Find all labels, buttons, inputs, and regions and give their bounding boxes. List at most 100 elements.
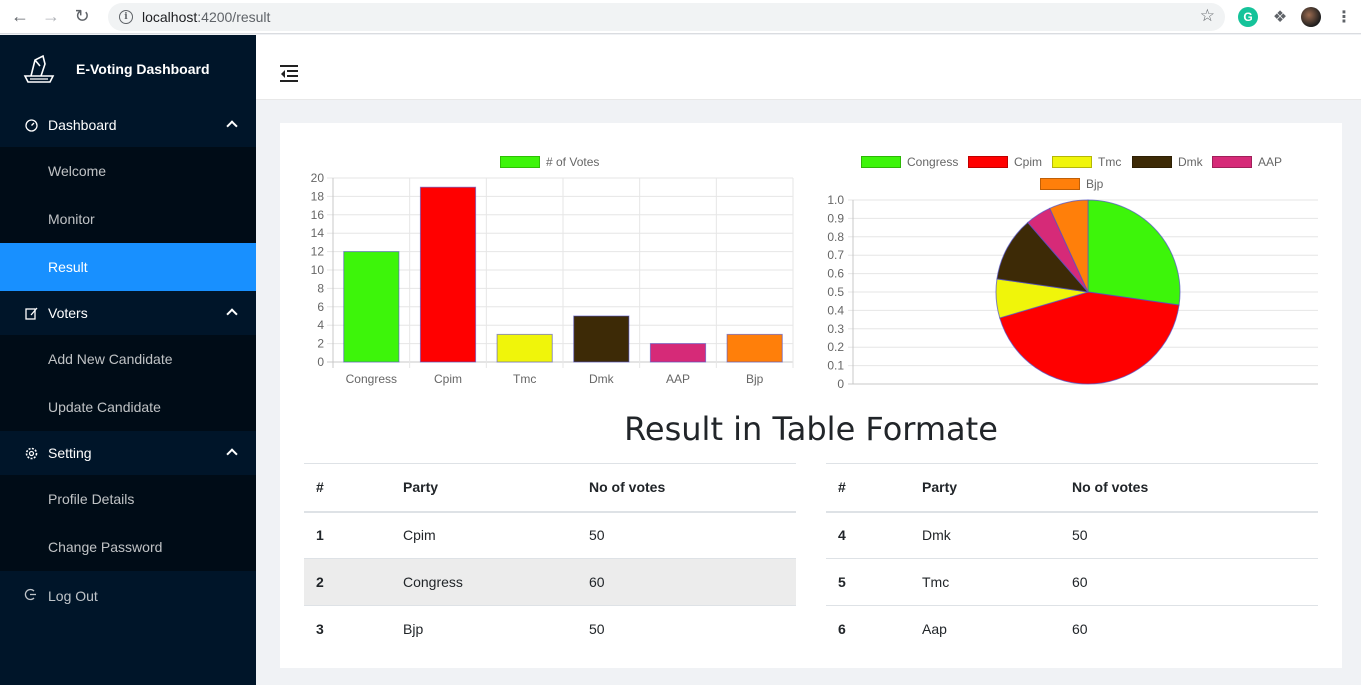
dashboard-icon <box>24 118 38 132</box>
bar-bjp <box>726 333 783 363</box>
y-tick-label: 6 <box>317 300 324 314</box>
y-tick-label: 0.3 <box>827 322 844 336</box>
address-bar[interactable]: i localhost:4200/result ☆ <box>108 3 1225 31</box>
row-votes: 50 <box>1060 511 1318 559</box>
menu-voters[interactable]: Voters <box>0 291 256 335</box>
legend-swatch <box>1040 178 1080 190</box>
edit-icon <box>24 306 38 320</box>
row-index: 5 <box>826 558 910 606</box>
row-votes: 50 <box>577 511 796 559</box>
y-tick-label: 0.1 <box>827 359 844 373</box>
submenu-dashboard: Welcome Monitor Result <box>0 147 256 291</box>
x-tick-label: Congress <box>346 372 397 386</box>
y-tick-label: 20 <box>311 171 325 185</box>
legend-label: Bjp <box>1086 177 1104 191</box>
url-host: localhost <box>142 9 198 25</box>
sidebar-item-welcome[interactable]: Welcome <box>0 147 256 195</box>
menu-setting-label: Setting <box>48 445 92 461</box>
table-header-row: # Party No of votes <box>826 463 1318 513</box>
submenu-voters: Add New Candidate Update Candidate <box>0 335 256 431</box>
table-row: 2 Congress 60 <box>304 558 796 606</box>
sidebar-item-result[interactable]: Result <box>0 243 256 291</box>
x-tick-label: Bjp <box>746 372 764 386</box>
bar-legend-item[interactable]: # of Votes <box>500 155 599 169</box>
col-header-votes: No of votes <box>1060 463 1318 513</box>
x-tick-label: Tmc <box>513 372 536 386</box>
sidebar-item-update-candidate[interactable]: Update Candidate <box>0 383 256 431</box>
sidebar-item-profile-details[interactable]: Profile Details <box>0 475 256 523</box>
sidebar-item-add-new-candidate[interactable]: Add New Candidate <box>0 335 256 383</box>
pie-legend-item[interactable]: Cpim <box>968 155 1042 169</box>
legend-swatch <box>1052 156 1092 168</box>
bookmark-star-icon[interactable]: ☆ <box>1200 6 1215 26</box>
y-tick-label: 0.4 <box>827 303 844 317</box>
row-party: Congress <box>391 558 577 606</box>
pie-slice-congress <box>1087 199 1181 306</box>
y-tick-label: 8 <box>317 281 324 295</box>
row-party: Aap <box>910 605 1060 653</box>
pie-legend-item[interactable]: AAP <box>1212 155 1282 169</box>
row-index: 6 <box>826 605 910 653</box>
pie-legend-item[interactable]: Dmk <box>1132 155 1203 169</box>
forward-icon[interactable]: → <box>40 6 62 28</box>
row-votes: 50 <box>577 605 796 653</box>
row-party: Tmc <box>910 558 1060 606</box>
extensions-puzzle-icon[interactable]: ❖ <box>1270 7 1290 27</box>
table-header-row: # Party No of votes <box>304 463 796 513</box>
pie-legend-item[interactable]: Tmc <box>1052 155 1121 169</box>
brand[interactable]: E-Voting Dashboard <box>0 35 256 103</box>
bar-aap <box>649 343 707 363</box>
back-icon[interactable]: ← <box>9 6 31 28</box>
url-text[interactable]: localhost:4200/result <box>142 9 270 25</box>
chevron-up-icon <box>226 308 238 320</box>
menu-fold-icon[interactable] <box>280 65 300 82</box>
bar-chart: 0 2 4 6 8 10 12 14 16 18 20 Congress Cpim Tmc Dmk AAP Bj… <box>311 171 794 386</box>
row-index: 4 <box>826 511 910 559</box>
y-tick-label: 4 <box>317 318 324 332</box>
browser-toolbar: ← → ↻ i localhost:4200/result ☆ G ❖ ⋮ <box>0 0 1361 34</box>
sidebar: E-Voting Dashboard Dashboard Welcome Mon… <box>0 35 256 685</box>
bar-tmc <box>496 333 553 363</box>
menu-dashboard[interactable]: Dashboard <box>0 103 256 147</box>
row-party: Cpim <box>391 511 577 559</box>
brand-title: E-Voting Dashboard <box>76 61 210 77</box>
legend-label: Congress <box>907 155 959 169</box>
pie-legend-item[interactable]: Bjp <box>1040 177 1103 191</box>
col-header-party: Party <box>910 463 1060 513</box>
bar-dmk <box>573 315 630 363</box>
pie-legend-item[interactable]: Congress <box>861 155 958 169</box>
logout-label: Log Out <box>48 588 98 604</box>
legend-swatch <box>861 156 901 168</box>
gear-icon <box>24 446 38 460</box>
info-icon[interactable]: i <box>119 10 133 24</box>
col-header-votes: No of votes <box>577 463 796 513</box>
menu-group-dashboard: Dashboard Welcome Monitor Result <box>0 103 256 291</box>
y-tick-label: 1.0 <box>827 193 844 207</box>
chevron-up-icon <box>226 448 238 460</box>
row-index: 2 <box>304 558 391 606</box>
row-party: Dmk <box>910 511 1060 559</box>
url-path: :4200/result <box>197 9 271 25</box>
y-tick-label: 0 <box>837 377 844 391</box>
col-header-party: Party <box>391 463 577 513</box>
row-index: 3 <box>304 605 391 653</box>
reload-icon[interactable]: ↻ <box>71 6 93 28</box>
chevron-up-icon <box>226 120 238 132</box>
y-tick-label: 0.6 <box>827 267 844 281</box>
x-tick-label: Cpim <box>434 372 462 386</box>
table-row: 6 Aap 60 <box>826 605 1318 653</box>
logout-icon <box>24 588 38 604</box>
legend-label: Dmk <box>1178 155 1203 169</box>
logout-button[interactable]: Log Out <box>0 571 256 621</box>
y-tick-label: 0.2 <box>827 340 844 354</box>
sidebar-item-monitor[interactable]: Monitor <box>0 195 256 243</box>
y-tick-label: 0.5 <box>827 285 844 299</box>
sidebar-item-change-password[interactable]: Change Password <box>0 523 256 571</box>
browser-menu-icon[interactable]: ⋮ <box>1334 7 1354 27</box>
y-tick-label: 14 <box>311 226 325 240</box>
legend-label: Cpim <box>1014 155 1043 169</box>
row-votes: 60 <box>1060 605 1318 653</box>
profile-avatar[interactable] <box>1301 7 1321 27</box>
menu-setting[interactable]: Setting <box>0 431 256 475</box>
grammarly-extension-icon[interactable]: G <box>1238 7 1258 27</box>
